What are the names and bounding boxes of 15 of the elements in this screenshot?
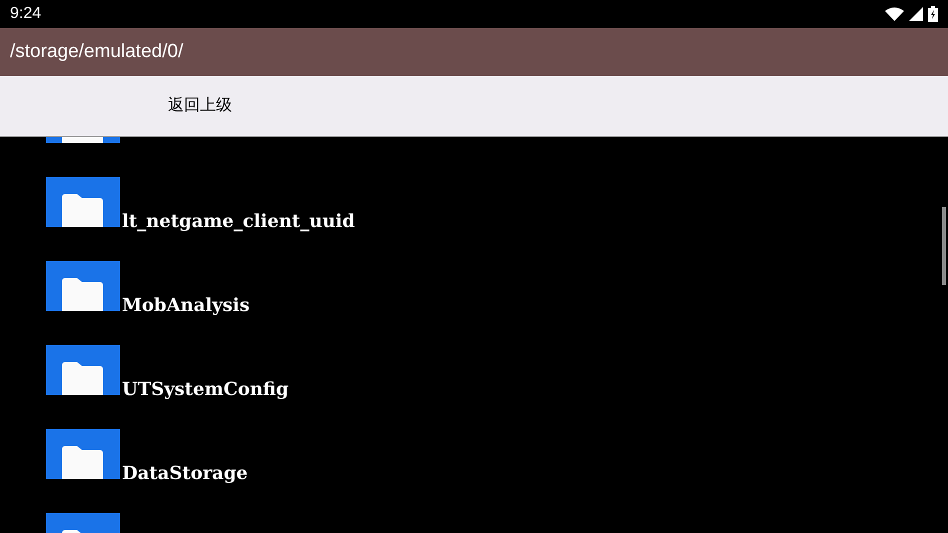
folder-name[interactable]: MobAnalysis (122, 295, 250, 317)
folder-name[interactable]: DataStorage (122, 463, 248, 485)
folder-icon (46, 345, 120, 395)
scrollbar-icon (942, 207, 946, 285)
folder-icon (46, 177, 120, 227)
folder-name[interactable]: UTSystemConfig (122, 379, 289, 401)
current-path: /storage/emulated/0/ (10, 40, 184, 64)
signal-icon (909, 7, 923, 21)
wifi-icon (885, 7, 904, 21)
up-button[interactable]: 返回上级 (150, 82, 250, 130)
folder-icon (46, 429, 120, 479)
battery-icon (928, 6, 938, 22)
folder-name[interactable]: lt_netgame_client_uuid (122, 211, 355, 233)
status-time: 9:24 (10, 4, 42, 24)
folder-icon (46, 261, 120, 311)
